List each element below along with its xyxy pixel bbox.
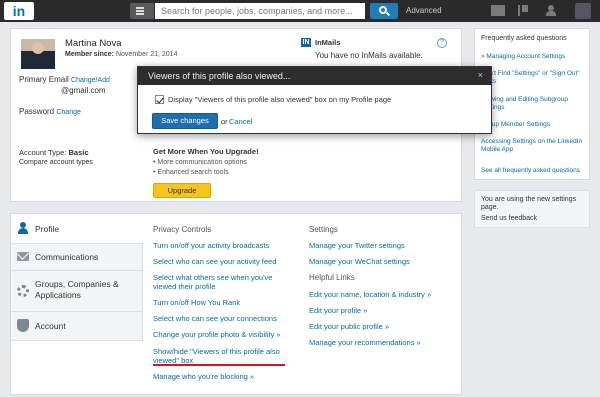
advanced-search-link[interactable]: Advanced bbox=[406, 6, 442, 15]
password-row: Password Change bbox=[19, 107, 81, 116]
nav-label: Account bbox=[35, 321, 66, 331]
mail-icon bbox=[17, 252, 29, 261]
privacy-link[interactable]: Select who can see your connections bbox=[153, 314, 277, 323]
faq-link[interactable]: Group Member Settings bbox=[481, 121, 585, 129]
profile-icon bbox=[17, 222, 29, 234]
messages-icon[interactable] bbox=[491, 5, 505, 16]
settings-link[interactable]: Manage your Twitter settings bbox=[309, 241, 405, 250]
send-feedback-link[interactable]: Send us feedback bbox=[481, 215, 537, 222]
helpful-link[interactable]: Edit your profile » bbox=[309, 306, 367, 315]
member-since-value: November 21, 2014 bbox=[115, 51, 178, 58]
faq-link[interactable]: Can't Find "Settings" or "Sign Out" Link… bbox=[481, 70, 585, 86]
inmail-icon: IN bbox=[301, 38, 311, 47]
cancel-link[interactable]: Cancel bbox=[229, 117, 252, 126]
account-avatar[interactable] bbox=[575, 3, 591, 19]
nav-communications[interactable]: Communications bbox=[11, 244, 143, 271]
viewers-also-viewed-dialog: Viewers of this profile also viewed... ×… bbox=[137, 66, 492, 134]
faq-link[interactable]: » Managing Account Settings bbox=[481, 53, 585, 61]
search-button[interactable] bbox=[370, 3, 398, 19]
upgrade-button[interactable]: Upgrade bbox=[153, 183, 211, 198]
see-all-faq-link[interactable]: See all frequently asked questions bbox=[481, 167, 585, 175]
linkedin-logo[interactable]: in bbox=[4, 2, 34, 20]
search-input[interactable]: Search for people, jobs, companies, and … bbox=[155, 3, 365, 19]
profile-photo bbox=[21, 39, 55, 69]
privacy-link[interactable]: Change your profile photo & visibility » bbox=[153, 330, 281, 339]
new-settings-text: You are using the new settings page. bbox=[481, 196, 577, 211]
nav-groups-companies-applications[interactable]: Groups, Companies & Applications bbox=[11, 271, 143, 312]
display-viewers-checkbox[interactable] bbox=[155, 95, 164, 104]
upgrade-benefit: • Enhanced search tools bbox=[153, 169, 229, 176]
change-password-link[interactable]: Change bbox=[56, 109, 81, 116]
helpful-link[interactable]: Edit your public profile » bbox=[309, 322, 389, 331]
settings-title: Settings bbox=[309, 225, 338, 234]
account-type-label: Account Type: bbox=[19, 148, 67, 157]
help-icon[interactable]: ? bbox=[437, 38, 447, 48]
nav-profile[interactable]: Profile bbox=[11, 214, 143, 244]
helpful-link[interactable]: Manage your recommendations » bbox=[309, 338, 421, 347]
privacy-link[interactable]: Select what others see when you've viewe… bbox=[153, 273, 279, 291]
dialog-header: Viewers of this profile also viewed... × bbox=[138, 67, 491, 85]
upgrade-benefit: • More communication options bbox=[153, 159, 247, 166]
or-text: or bbox=[221, 117, 228, 126]
add-connections-icon[interactable] bbox=[545, 5, 559, 16]
profile-name: Martina Nova bbox=[65, 38, 122, 49]
close-icon[interactable]: × bbox=[478, 70, 483, 80]
member-since-label: Member since: bbox=[65, 51, 115, 58]
privacy-link[interactable]: Select who can see your activity feed bbox=[153, 257, 276, 266]
settings-panel: Profile Communications Groups, Companies… bbox=[10, 213, 462, 395]
primary-email-row: Primary Email Change/Add bbox=[19, 75, 110, 84]
privacy-controls-title: Privacy Controls bbox=[153, 225, 212, 234]
shield-icon bbox=[17, 319, 29, 332]
settings-link[interactable]: Manage your WeChat settings bbox=[309, 257, 410, 266]
inmails-text: You have no InMails available. bbox=[315, 51, 423, 60]
inmails-title: InMails bbox=[315, 38, 341, 47]
helpful-links-title: Helpful Links bbox=[309, 273, 355, 282]
show-hide-viewers-also-viewed-link[interactable]: Show/hide "Viewers of this profile also … bbox=[153, 347, 287, 365]
privacy-link[interactable]: Manage who you're blocking » bbox=[153, 372, 254, 381]
privacy-link[interactable]: Turn on/off How You Rank bbox=[153, 298, 240, 307]
highlight-underline bbox=[153, 364, 285, 366]
faq-title: Frequently asked questions bbox=[481, 35, 567, 42]
email-value: @gmail.com bbox=[61, 86, 106, 95]
change-add-email-link[interactable]: Change/Add bbox=[71, 77, 110, 84]
upgrade-title: Get More When You Upgrade! bbox=[153, 147, 259, 156]
nav-account[interactable]: Account bbox=[11, 312, 143, 341]
account-type-value: Basic bbox=[68, 148, 89, 157]
menu-icon[interactable] bbox=[130, 3, 154, 19]
privacy-link[interactable]: Turn on/off your activity broadcasts bbox=[153, 241, 269, 250]
dialog-title: Viewers of this profile also viewed... bbox=[148, 71, 291, 81]
inmails-box: IN InMails You have no InMails available… bbox=[301, 37, 457, 67]
gear-icon bbox=[17, 285, 29, 297]
save-changes-button[interactable]: Save changes bbox=[152, 113, 218, 129]
faq-link[interactable]: Accessing Settings on the LinkedIn Mobil… bbox=[481, 138, 585, 154]
logo-text: in bbox=[12, 3, 26, 19]
account-type-row: Account Type: Basic bbox=[19, 148, 89, 157]
settings-nav: Profile Communications Groups, Companies… bbox=[11, 214, 143, 341]
notifications-flag-icon[interactable] bbox=[518, 5, 528, 16]
primary-email-label: Primary Email bbox=[19, 75, 69, 84]
checkbox-label: Display "Viewers of this profile also vi… bbox=[168, 95, 392, 104]
top-navigation-bar: in Search for people, jobs, companies, a… bbox=[0, 0, 600, 22]
helpful-link[interactable]: Edit your name, location & industry » bbox=[309, 290, 431, 299]
nav-label: Communications bbox=[35, 252, 99, 262]
member-since: Member since: November 21, 2014 bbox=[65, 51, 177, 58]
password-label: Password bbox=[19, 107, 55, 116]
nav-label: Profile bbox=[35, 224, 60, 234]
compare-account-types-link[interactable]: Compare account types bbox=[19, 159, 93, 166]
faq-link[interactable]: Viewing and Editing Subgroup Settings bbox=[481, 96, 585, 112]
new-settings-notice: You are using the new settings page. Sen… bbox=[474, 190, 590, 228]
nav-label: Groups, Companies & Applications bbox=[35, 279, 119, 300]
